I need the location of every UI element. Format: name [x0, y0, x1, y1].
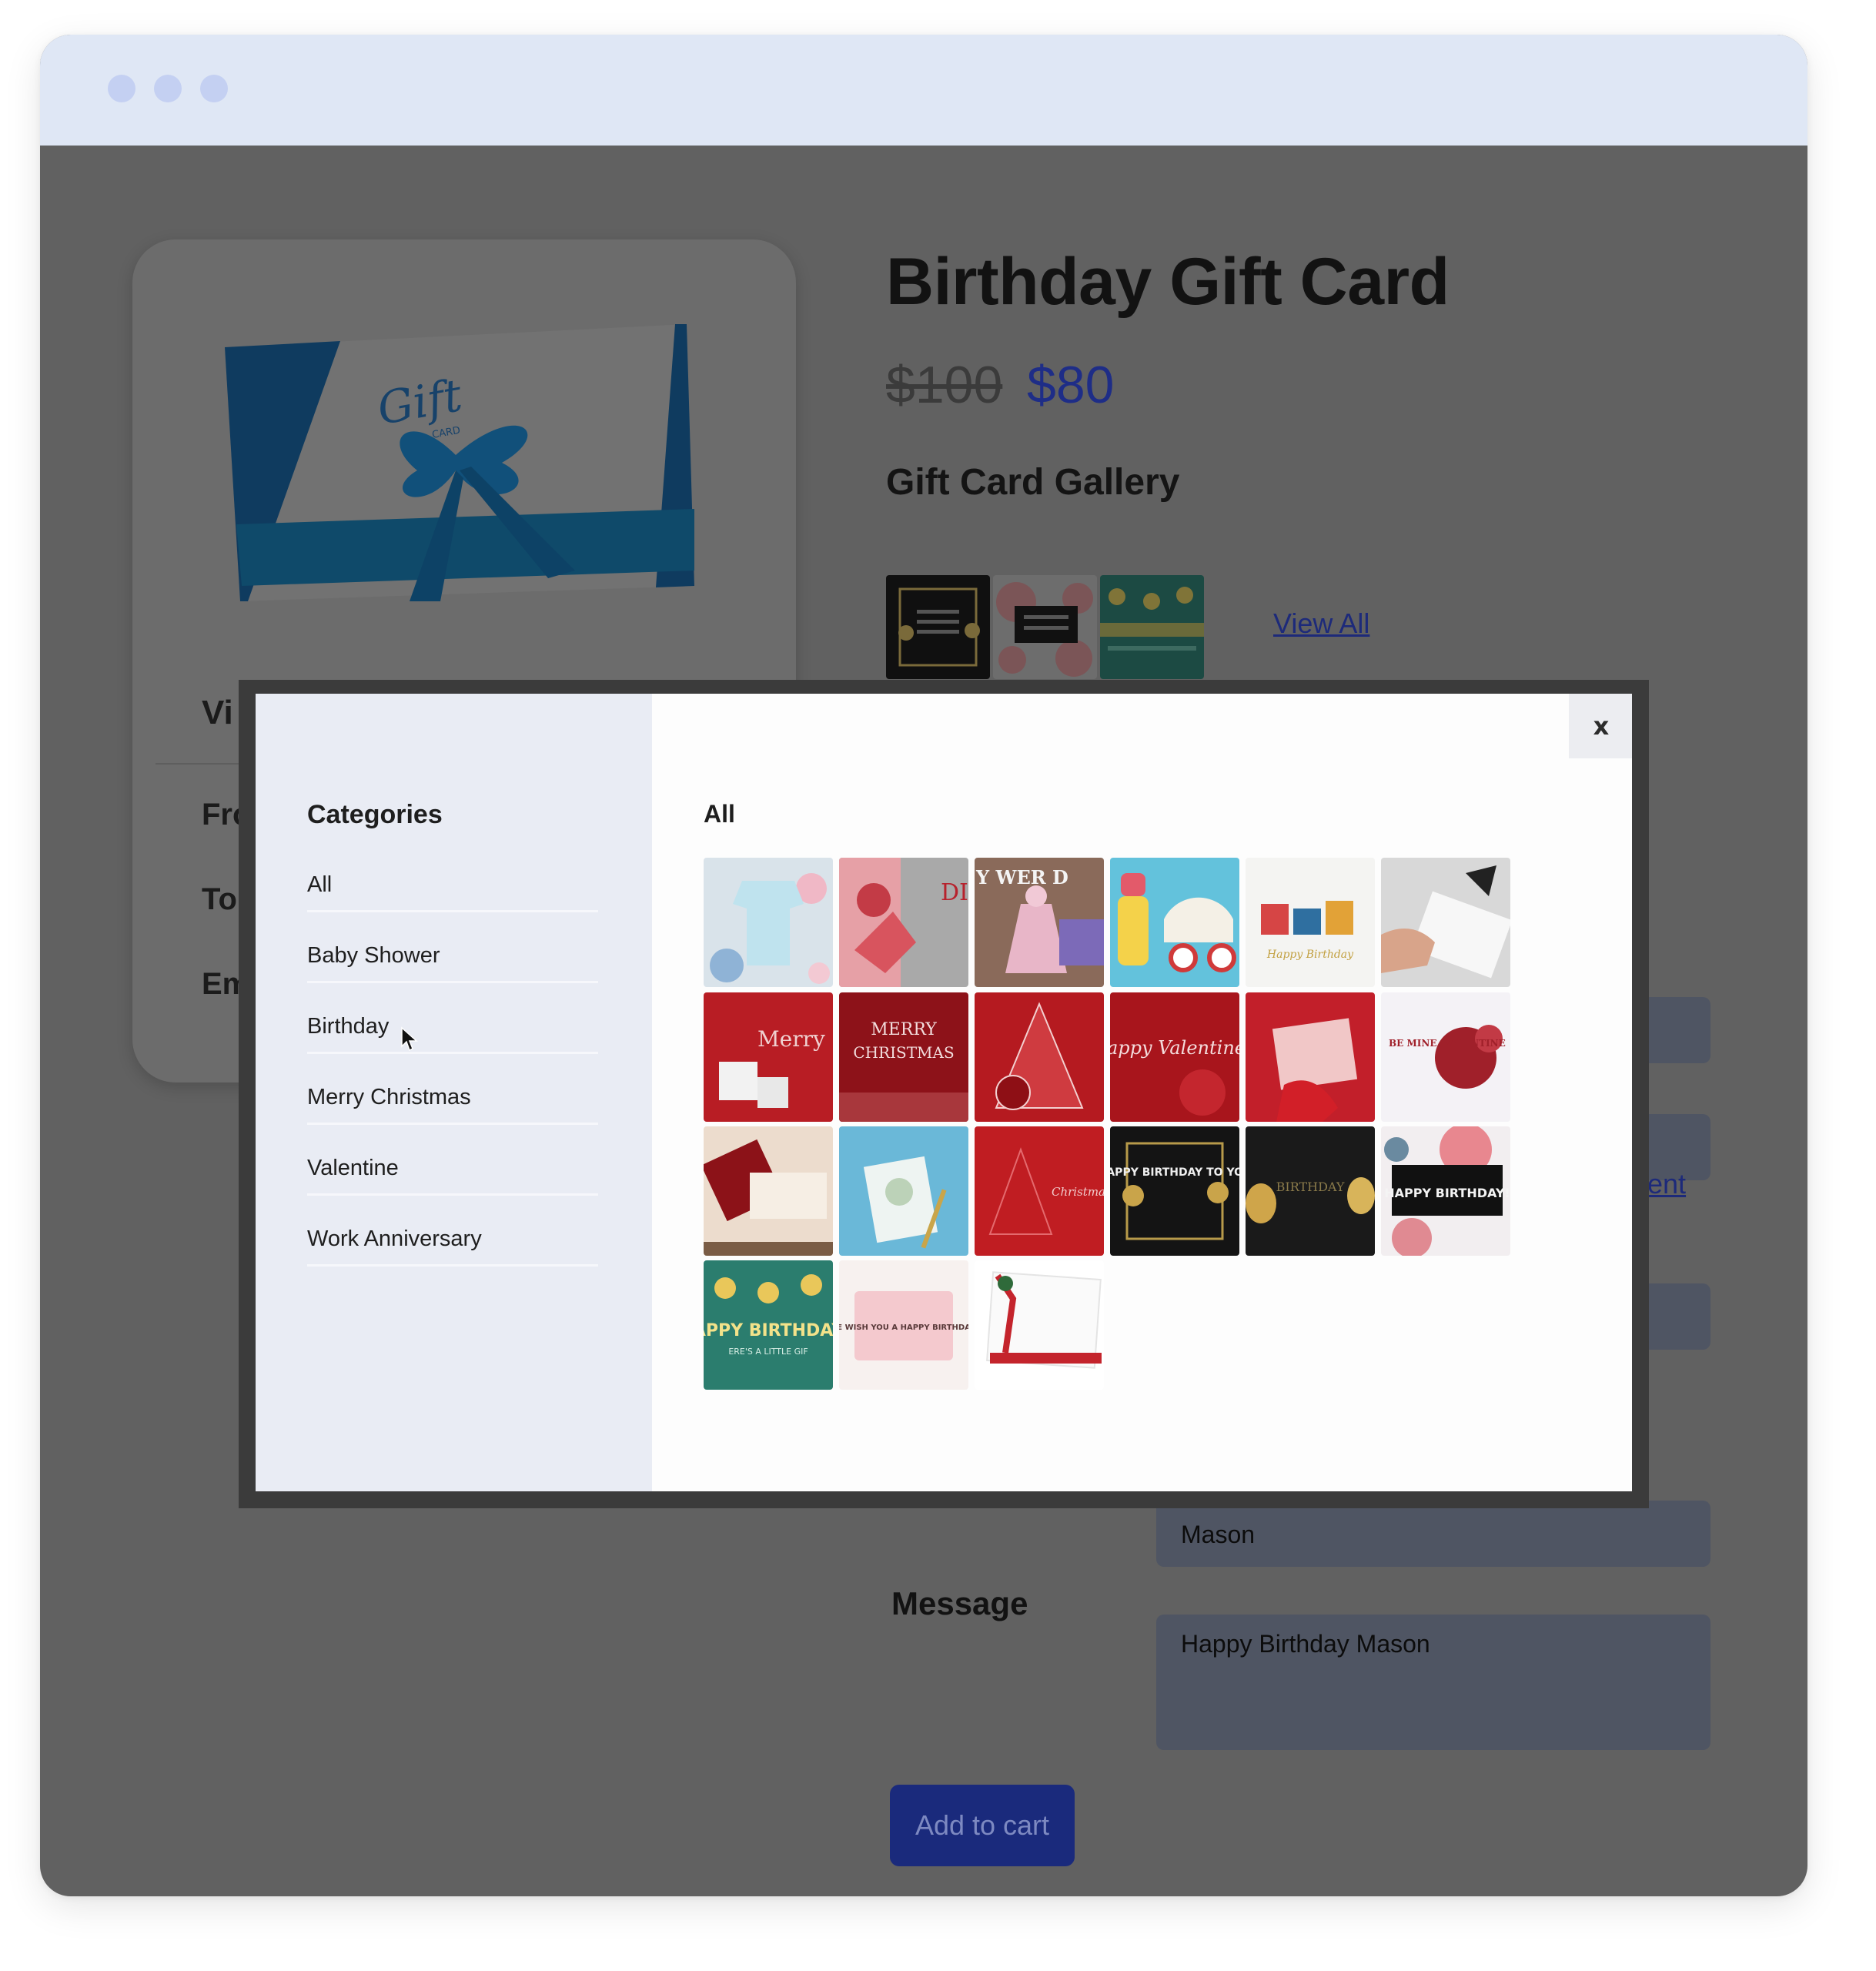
- gallery-thumb-birthday-black[interactable]: [886, 575, 990, 679]
- card-text: appy Valentine's Day!: [1110, 1037, 1239, 1059]
- mouse-cursor-icon: [401, 1026, 418, 1052]
- card-text: APPY BIRTHDAY: [704, 1321, 833, 1340]
- gallery-card-baby-onesie[interactable]: [704, 858, 833, 987]
- card-text: BIRTHDAY: [1276, 1180, 1345, 1194]
- card-text: Happy Birthday: [1266, 949, 1354, 961]
- card-text: Merry Christ: [757, 1026, 833, 1052]
- category-label: Baby Shower: [307, 943, 440, 968]
- card-text: WE WISH YOU A HAPPY BIRTHDAY!: [839, 1323, 968, 1332]
- gallery-card-happy-birthday-to-you[interactable]: HAPPY BIRTHDAY TO YOU: [1110, 1126, 1239, 1256]
- card-text: HAPPY BIRTHDAY TO YOU: [1110, 1166, 1239, 1179]
- gallery-card-merry-christmas-gifts[interactable]: Merry Christ: [704, 992, 833, 1122]
- gallery-card-we-wish-birthday[interactable]: WE WISH YOU A HAPPY BIRTHDAY!: [839, 1260, 968, 1390]
- card-text: MERRY: [871, 1020, 937, 1039]
- gallery-card-baby-shower-dress[interactable]: Y WER D: [975, 858, 1104, 987]
- view-all-link[interactable]: View All: [1273, 607, 1369, 640]
- gallery-card-be-mine-valentine[interactable]: BE MINE, VALENTINE: [1381, 992, 1510, 1122]
- gallery-thumb-birthday-teal[interactable]: [1100, 575, 1204, 679]
- gallery-card-red-ribbon[interactable]: [1246, 992, 1375, 1122]
- window-dot-close[interactable]: [108, 75, 135, 102]
- gallery-modal-frame: Categories All Baby Shower Birthday Merr…: [239, 680, 1649, 1508]
- gallery-modal: Categories All Baby Shower Birthday Merr…: [256, 694, 1632, 1491]
- gallery-main-heading: All: [704, 800, 735, 828]
- gallery-card-birthday-gifts[interactable]: Happy Birthday: [1246, 858, 1375, 987]
- window-dot-minimize[interactable]: [154, 75, 182, 102]
- card-text: BE MINE, VALENTINE: [1389, 1038, 1506, 1049]
- sale-price: $80: [1027, 356, 1115, 414]
- browser-window: Gift CARD Vi Fro To Em Birthday Gift Car…: [40, 35, 1807, 1896]
- categories-heading: Categories: [307, 800, 443, 829]
- product-title: Birthday Gift Card: [886, 245, 1450, 319]
- gallery-card-happy-birthday-floral[interactable]: HAPPY BIRTHDAY!: [1381, 1126, 1510, 1256]
- category-baby-shower[interactable]: Baby Shower: [307, 943, 598, 983]
- add-to-cart-button[interactable]: Add to cart: [890, 1785, 1075, 1866]
- product-card-partial-to: To: [202, 882, 237, 916]
- page-content: Gift CARD Vi Fro To Em Birthday Gift Car…: [40, 146, 1807, 1896]
- gallery-thumb-birthday-floral[interactable]: [993, 575, 1097, 679]
- gallery-card-diaper-party[interactable]: DI: [839, 858, 968, 987]
- category-all[interactable]: All: [307, 872, 598, 912]
- card-text: Y WER D: [975, 866, 1068, 888]
- gallery-card-merry-christmas-lights[interactable]: MERRY CHRISTMAS: [839, 992, 968, 1122]
- gallery-heading: Gift Card Gallery: [886, 462, 1180, 503]
- category-valentine[interactable]: Valentine: [307, 1156, 598, 1196]
- category-merry-christmas[interactable]: Merry Christmas: [307, 1085, 598, 1125]
- card-text: DI: [941, 879, 968, 906]
- name-input-value: Mason: [1181, 1521, 1256, 1548]
- gallery-card-red-christmas[interactable]: Christmas: [975, 1126, 1104, 1256]
- category-label: Work Anniversary: [307, 1226, 482, 1251]
- browser-titlebar: [40, 35, 1807, 146]
- gallery-card-blue-card[interactable]: [839, 1126, 968, 1256]
- gallery-card-baby-bottle[interactable]: [1110, 858, 1239, 987]
- gallery-card-valentines-day[interactable]: appy Valentine's Day!: [1110, 992, 1239, 1122]
- gallery-card-red-envelope[interactable]: [704, 1126, 833, 1256]
- category-label: Birthday: [307, 1014, 390, 1039]
- category-work-anniversary[interactable]: Work Anniversary: [307, 1226, 598, 1267]
- gift-card-image: Gift CARD: [225, 324, 694, 601]
- categories-sidebar: Categories All Baby Shower Birthday Merr…: [256, 694, 652, 1491]
- original-price: $100: [886, 356, 1003, 414]
- gallery-card-christmas-tree[interactable]: [975, 992, 1104, 1122]
- card-text: ERE'S A LITTLE GIF: [728, 1347, 808, 1357]
- message-label: Message: [891, 1585, 1028, 1621]
- gallery-card-greeting-hand[interactable]: [1381, 858, 1510, 987]
- message-textarea-value: Happy Birthday Mason: [1181, 1630, 1430, 1658]
- gallery-card-christmas-candy[interactable]: [975, 1260, 1104, 1390]
- window-dot-maximize[interactable]: [200, 75, 228, 102]
- card-text: CHRISTMAS: [853, 1043, 954, 1062]
- card-text: Christmas: [1052, 1185, 1104, 1199]
- card-text: HAPPY BIRTHDAY!: [1384, 1186, 1510, 1200]
- gallery-card-happy-birthday-teal[interactable]: APPY BIRTHDAY ERE'S A LITTLE GIF: [704, 1260, 833, 1390]
- category-label: Valentine: [307, 1156, 399, 1180]
- category-birthday[interactable]: Birthday: [307, 1014, 598, 1054]
- close-modal-button[interactable]: x: [1569, 694, 1632, 758]
- category-label: Merry Christmas: [307, 1085, 471, 1109]
- category-label: All: [307, 872, 333, 897]
- gallery-card-birthday-gold-balloons[interactable]: BIRTHDAY: [1246, 1126, 1375, 1256]
- product-card-partial-heading: Vi: [202, 694, 233, 731]
